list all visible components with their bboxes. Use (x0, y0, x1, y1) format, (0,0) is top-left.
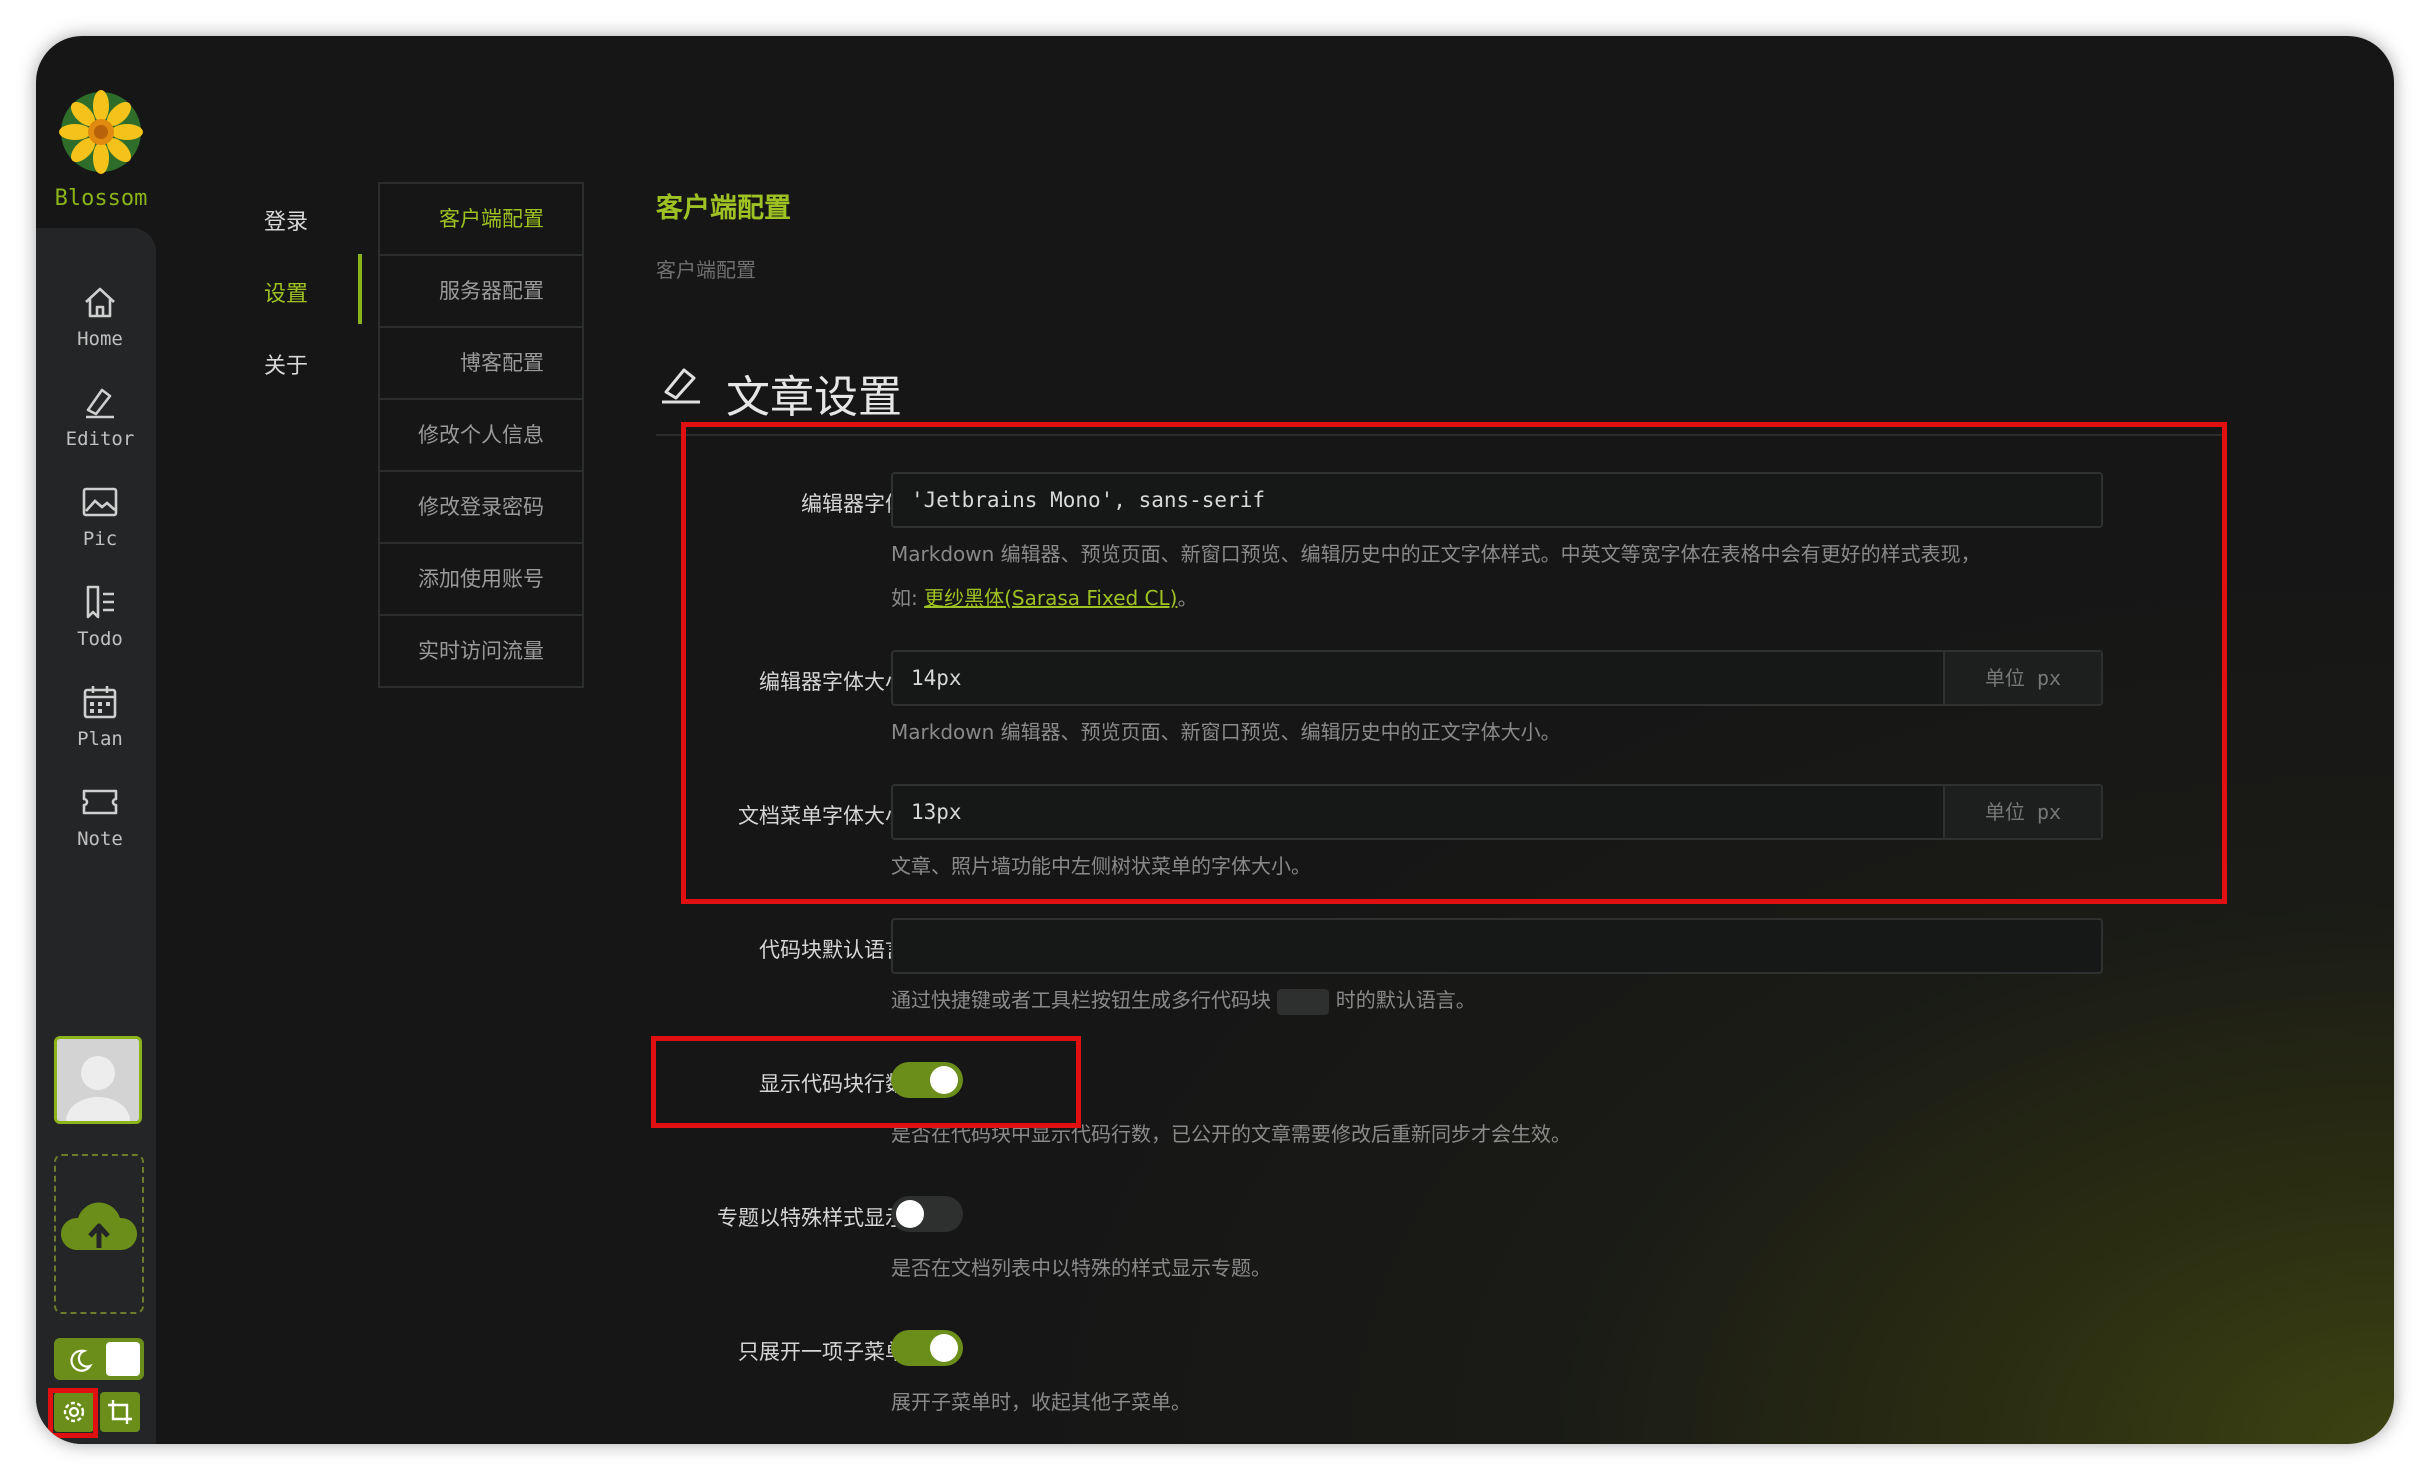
editor-font-help: Markdown 编辑器、预览页面、新窗口预览、编辑历史中的正文字体样式。中英文… (891, 542, 1981, 566)
sarasa-font-link[interactable]: 更纱黑体(Sarasa Fixed CL) (924, 586, 1177, 610)
subnav-edit-profile[interactable]: 修改个人信息 (380, 398, 582, 470)
subnav-add-account[interactable]: 添加使用账号 (380, 542, 582, 614)
menu-font-size-label: 文档菜单字体大小 (738, 804, 906, 828)
gear-icon (63, 1401, 85, 1423)
settings-button[interactable] (54, 1392, 94, 1432)
show-line-numbers-label: 显示代码块行数 (759, 1072, 906, 1096)
subnav-change-password[interactable]: 修改登录密码 (380, 470, 582, 542)
editor-font-help-example: 如: 更纱黑体(Sarasa Fixed CL)。 (891, 582, 1197, 611)
switch-knob (930, 1334, 958, 1362)
nav-active-indicator (358, 254, 362, 324)
rail-item-plan[interactable]: Plan (36, 682, 164, 772)
crop-button[interactable] (100, 1392, 140, 1432)
rail-item-label: Home (77, 328, 123, 350)
brand-name: Blossom (54, 186, 148, 211)
nav-item-login[interactable]: 登录 (264, 204, 308, 236)
rail-item-pic[interactable]: Pic (36, 482, 164, 572)
theme-toggle-knob (106, 1342, 140, 1376)
single-submenu-switch[interactable] (891, 1330, 963, 1366)
rail-item-home[interactable]: Home (36, 282, 164, 372)
nav-item-settings[interactable]: 设置 (264, 276, 308, 308)
menu-font-size-value: 13px (911, 800, 962, 824)
single-submenu-help: 展开子菜单时，收起其他子菜单。 (891, 1390, 1191, 1414)
menu-font-size-input[interactable]: 13px 单位 px (891, 784, 2103, 840)
rail-item-editor[interactable]: Editor (36, 382, 164, 472)
left-rail: Blossom Home Editor Pic Todo Plan Note (36, 36, 156, 1444)
bookmark-list-icon (86, 585, 114, 619)
show-line-numbers-help: 是否在代码块中显示代码行数，已公开的文章需要修改后重新同步才会生效。 (891, 1122, 1571, 1146)
crop-icon (108, 1400, 132, 1424)
rail-item-label: Plan (77, 728, 123, 750)
ticket-icon (82, 789, 118, 815)
upload-area[interactable] (54, 1154, 144, 1314)
home-icon (85, 287, 115, 318)
code-lang-input[interactable] (891, 918, 2103, 974)
cloud-upload-icon (60, 1202, 138, 1250)
unit-suffix: 单位 px (1943, 786, 2101, 838)
help-prefix: 如: (891, 586, 925, 610)
page-title: 客户端配置 (656, 193, 791, 224)
show-line-numbers-switch[interactable] (891, 1062, 963, 1098)
nav-item-about[interactable]: 关于 (264, 348, 308, 380)
pen-icon (656, 358, 706, 412)
editor-font-input[interactable]: 'Jetbrains Mono', sans-serif (891, 472, 2103, 528)
help-prefix: 通过快捷键或者工具栏按钮生成多行代码块 (891, 988, 1271, 1012)
unit-suffix: 单位 px (1943, 652, 2101, 704)
editor-font-size-help: Markdown 编辑器、预览页面、新窗口预览、编辑历史中的正文字体大小。 (891, 720, 1561, 744)
rail-item-label: Todo (77, 628, 123, 650)
rail-item-label: Pic (82, 528, 118, 550)
user-avatar-icon (57, 1039, 139, 1121)
moon-icon (70, 1349, 93, 1372)
avatar[interactable] (54, 1036, 142, 1124)
section-divider (656, 434, 2226, 436)
editor-font-size-label: 编辑器字体大小 (759, 670, 906, 694)
rail-item-label: Note (77, 828, 123, 850)
page-subtitle: 客户端配置 (656, 258, 756, 282)
switch-knob (930, 1066, 958, 1094)
menu-font-size-help: 文章、照片墙功能中左侧树状菜单的字体大小。 (891, 854, 1311, 878)
switch-knob (896, 1200, 924, 1228)
help-suffix: 。 (1177, 586, 1198, 610)
editor-font-size-input[interactable]: 14px 单位 px (891, 650, 2103, 706)
settings-subnav: 客户端配置 服务器配置 博客配置 修改个人信息 修改登录密码 添加使用账号 实时… (378, 182, 584, 688)
subnav-blog-config[interactable]: 博客配置 (380, 326, 582, 398)
editor-font-size-value: 14px (911, 666, 962, 690)
rail-item-label: Editor (65, 428, 135, 450)
special-topic-help: 是否在文档列表中以特殊的样式显示专题。 (891, 1256, 1271, 1280)
calendar-icon (83, 686, 117, 719)
subnav-live-traffic[interactable]: 实时访问流量 (380, 614, 582, 686)
code-lang-help: 通过快捷键或者工具栏按钮生成多行代码块 时的默认语言。 (891, 984, 1476, 1015)
special-topic-label: 专题以特殊样式显示 (717, 1206, 906, 1230)
rail-item-todo[interactable]: Todo (36, 582, 164, 672)
image-icon (82, 487, 118, 517)
rail-item-note[interactable]: Note (36, 782, 164, 872)
app-window: Blossom Home Editor Pic Todo Plan Note 登… (36, 36, 2394, 1444)
section-title: 文章设置 (726, 372, 902, 423)
help-suffix: 时的默认语言。 (1335, 988, 1476, 1012)
special-topic-switch[interactable] (891, 1196, 963, 1232)
pen-icon (86, 388, 114, 419)
inline-code-sample (1277, 988, 1330, 1015)
code-lang-label: 代码块默认语言 (759, 938, 906, 962)
subnav-client-config[interactable]: 客户端配置 (380, 182, 582, 254)
subnav-server-config[interactable]: 服务器配置 (380, 254, 582, 326)
sunflower-logo-icon (53, 84, 149, 180)
theme-toggle[interactable] (54, 1338, 144, 1380)
single-submenu-label: 只展开一项子菜单 (738, 1340, 906, 1364)
